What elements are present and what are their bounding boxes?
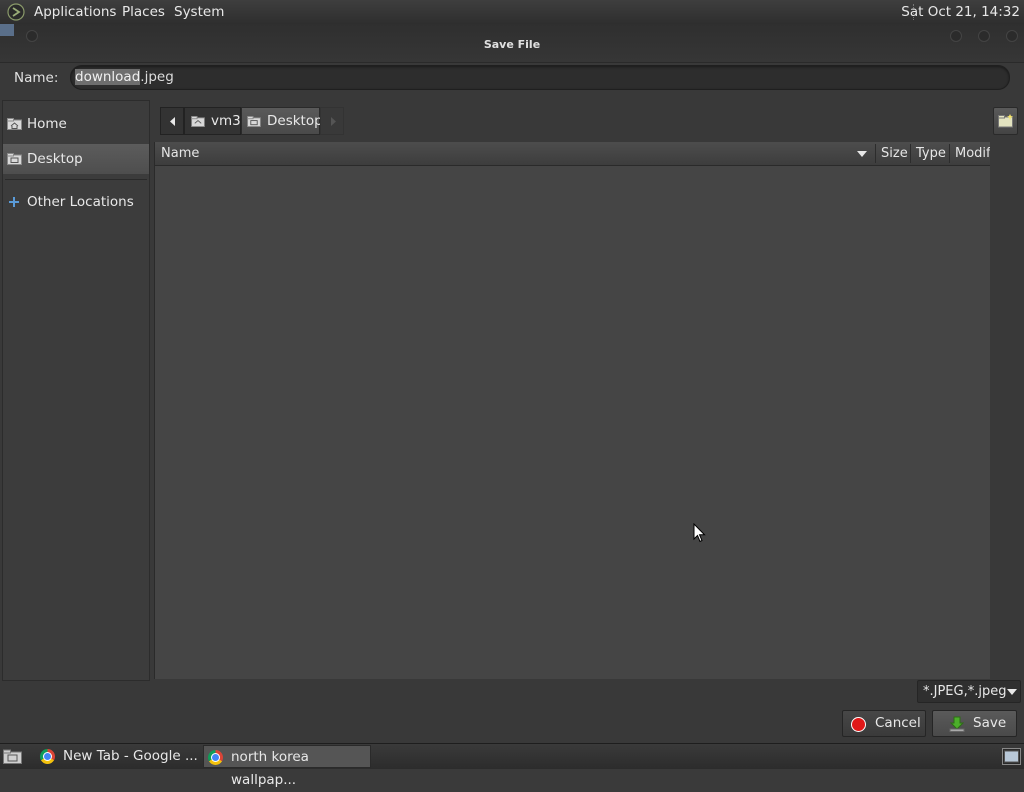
path-item-desktop[interactable]: Desktop xyxy=(241,107,323,135)
save-label: Save xyxy=(973,715,1007,731)
workspace-switcher-icon[interactable] xyxy=(1002,748,1021,765)
sidebar-item-label: Desktop xyxy=(27,151,83,167)
chrome-icon xyxy=(40,749,55,764)
system-menu[interactable]: System xyxy=(174,4,224,20)
sidebar-item-desktop[interactable]: Desktop xyxy=(3,144,149,174)
path-item-label: Desktop xyxy=(267,113,323,129)
cancel-icon xyxy=(851,717,866,732)
save-download-icon xyxy=(949,716,965,732)
clock[interactable]: Sat Oct 21, 14:32 xyxy=(901,4,1020,20)
taskbar-item-label: north korea wallpap... xyxy=(231,749,309,788)
create-folder-button[interactable] xyxy=(993,107,1018,135)
dialog-titlebar[interactable]: Save File xyxy=(0,24,1024,63)
sidebar-item-home[interactable]: Home xyxy=(3,109,149,139)
top-panel: Applications Places System Sat Oct 21, 1… xyxy=(0,0,1024,25)
cancel-button[interactable]: Cancel xyxy=(842,710,926,737)
filter-label: *.JPEG,*.jpeg xyxy=(923,684,1007,699)
chrome-icon xyxy=(208,750,223,765)
sidebar-item-label: Home xyxy=(27,116,67,132)
column-modified[interactable]: Modif xyxy=(955,146,991,161)
chevron-down-icon xyxy=(1007,689,1017,695)
path-forward-button[interactable] xyxy=(320,107,344,135)
column-divider xyxy=(875,144,876,163)
sidebar-item-other-locations[interactable]: Other Locations xyxy=(3,187,149,217)
filename-input[interactable]: download.jpeg xyxy=(70,65,1010,90)
column-type[interactable]: Type xyxy=(916,146,946,161)
filename-extension-text: .jpeg xyxy=(140,69,174,85)
system-logo-icon[interactable] xyxy=(7,3,25,21)
column-header: Name Size Type Modif xyxy=(155,142,991,166)
save-file-dialog: Save File Name: download.jpeg Home Deskt… xyxy=(0,24,1024,743)
dialog-title: Save File xyxy=(483,38,541,51)
home-folder-icon xyxy=(191,116,205,127)
column-size[interactable]: Size xyxy=(881,146,908,161)
desktop-folder-icon xyxy=(7,153,22,165)
right-arrow-icon xyxy=(331,117,336,126)
name-row: Name: download.jpeg xyxy=(0,64,1024,92)
left-arrow-icon xyxy=(170,117,175,126)
column-name[interactable]: Name xyxy=(161,146,199,161)
places-menu[interactable]: Places xyxy=(122,4,165,20)
path-item-vm3[interactable]: vm3 xyxy=(184,107,241,135)
plus-icon xyxy=(9,197,19,207)
taskbar-item-new-tab[interactable]: New Tab - Google ... xyxy=(32,745,198,768)
column-divider xyxy=(949,144,950,163)
path-item-label: vm3 xyxy=(211,113,241,129)
applications-menu[interactable]: Applications xyxy=(34,4,116,20)
places-sidebar: Home Desktop Other Locations xyxy=(2,100,150,681)
mouse-cursor-icon xyxy=(693,523,706,543)
filename-selected-text: download xyxy=(75,69,141,85)
file-list[interactable]: Name Size Type Modif xyxy=(154,142,991,679)
taskbar-item-north-korea[interactable]: north korea wallpap... xyxy=(203,745,371,788)
column-divider xyxy=(910,144,911,163)
sidebar-item-label: Other Locations xyxy=(27,194,134,210)
path-back-button[interactable] xyxy=(160,107,184,135)
window-corner xyxy=(0,24,14,36)
sidebar-divider xyxy=(5,179,147,180)
desktop-folder-icon xyxy=(247,116,261,127)
cancel-label: Cancel xyxy=(875,715,921,731)
scrollbar-area xyxy=(990,142,1024,679)
taskbar: New Tab - Google ... north korea wallpap… xyxy=(0,743,1024,788)
save-button[interactable]: Save xyxy=(932,710,1017,737)
file-type-filter[interactable]: *.JPEG,*.jpeg xyxy=(917,680,1021,703)
new-folder-icon xyxy=(998,114,1013,128)
home-folder-icon xyxy=(7,118,22,130)
name-label: Name: xyxy=(14,70,59,86)
show-desktop-icon[interactable] xyxy=(3,749,22,764)
sort-descending-icon[interactable] xyxy=(857,151,867,157)
taskbar-item-label: New Tab - Google ... xyxy=(63,748,198,764)
